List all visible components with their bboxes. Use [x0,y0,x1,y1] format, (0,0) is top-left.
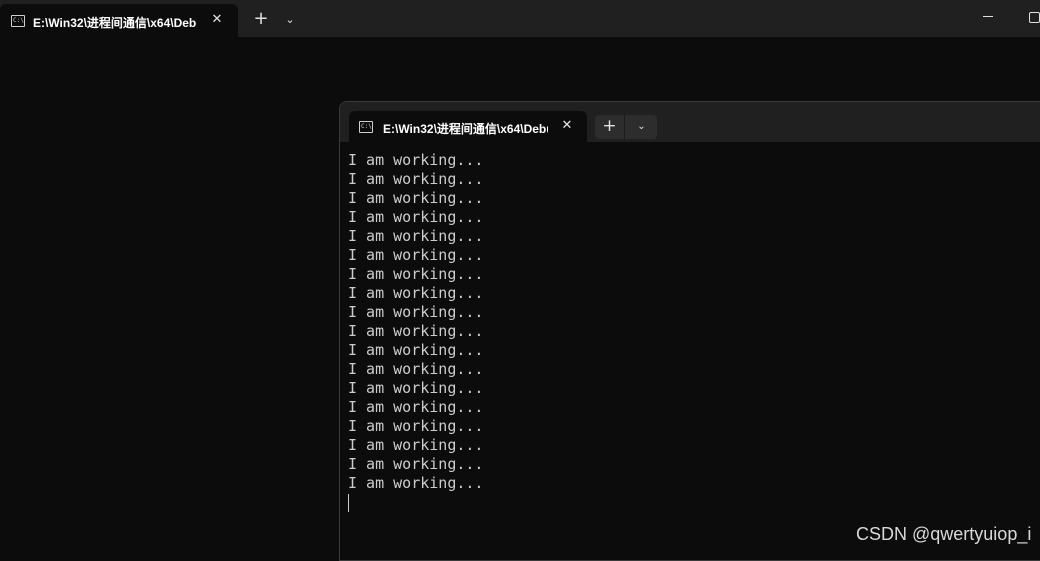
terminal-line: I am working... [348,151,484,169]
terminal-line: I am working... [348,265,484,283]
minimize-icon [983,16,993,17]
close-icon[interactable]: ✕ [208,11,226,29]
terminal-line: I am working... [348,455,484,473]
text-cursor [348,494,349,512]
terminal-line: I am working... [348,322,484,340]
terminal-line: I am working... [348,417,484,435]
terminal-line: I am working... [348,303,484,321]
terminal-line: I am working... [348,474,484,492]
front-tab[interactable]: C:\ E:\Win32\进程间通信\x64\Debug\进程间通信.exe ✕ [349,111,587,142]
minimize-button[interactable] [966,4,1010,32]
back-tab[interactable]: C:\ E:\Win32\进程间通信\x64\Debug\进程间通信.exe ✕ [0,4,238,37]
terminal-icon: C:\ [359,121,373,133]
terminal-line: I am working... [348,189,484,207]
terminal-line: I am working... [348,246,484,264]
terminal-line: I am working... [348,208,484,226]
terminal-line: I am working... [348,341,484,359]
back-tab-bar: C:\ E:\Win32\进程间通信\x64\Debug\进程间通信.exe ✕… [0,0,1040,37]
chevron-down-icon[interactable]: ⌄ [626,115,657,139]
new-tab-button-group: + ⌄ [595,115,657,139]
new-tab-button[interactable]: + [248,8,274,32]
back-tab-title: E:\Win32\进程间通信\x64\Debug\进程间通信.exe [33,16,197,30]
new-tab-button[interactable]: + [595,115,625,139]
front-tab-bar: C:\ E:\Win32\进程间通信\x64\Debug\进程间通信.exe ✕… [340,102,1040,142]
terminal-output[interactable]: I am working... I am working... I am worki… [348,151,1040,560]
terminal-line: I am working... [348,227,484,245]
maximize-icon [1029,12,1040,23]
watermark: CSDN @qwertyuiop_i [856,524,1032,544]
front-terminal-window: C:\ E:\Win32\进程间通信\x64\Debug\进程间通信.exe ✕… [339,101,1040,561]
terminal-line: I am working... [348,379,484,397]
chevron-down-icon[interactable]: ⌄ [278,8,302,32]
terminal-line: I am working... [348,284,484,302]
close-icon[interactable]: ✕ [558,117,576,135]
terminal-line: I am working... [348,436,484,454]
terminal-icon: C:\ [11,15,25,27]
front-tab-title: E:\Win32\进程间通信\x64\Debug\进程间通信.exe [383,122,548,136]
terminal-line: I am working... [348,398,484,416]
maximize-button[interactable] [1018,4,1040,32]
terminal-line: I am working... [348,360,484,378]
terminal-line: I am working... [348,170,484,188]
